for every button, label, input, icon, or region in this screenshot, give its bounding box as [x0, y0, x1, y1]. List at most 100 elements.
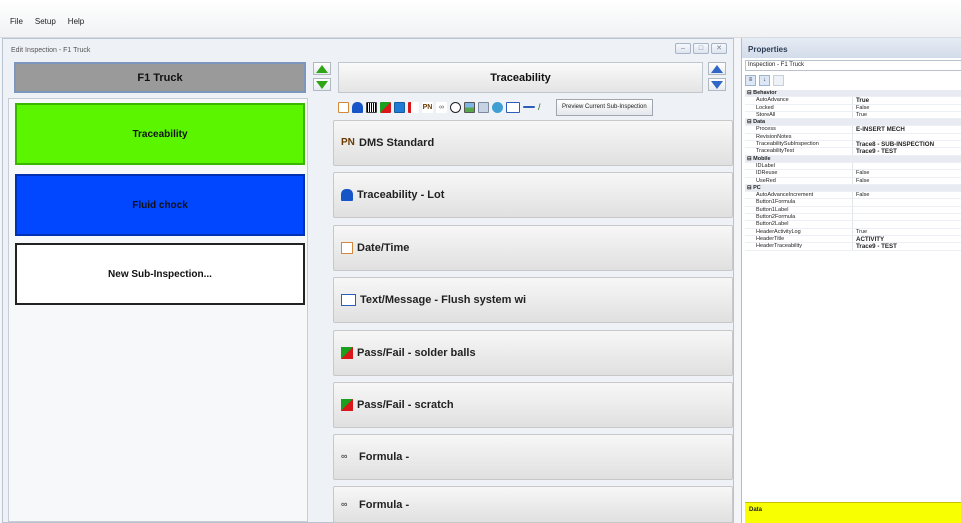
- property-value[interactable]: True: [853, 229, 961, 235]
- property-value[interactable]: [853, 214, 961, 220]
- item-dms-standard[interactable]: PN DMS Standard: [333, 120, 733, 166]
- property-value[interactable]: Trace8 - SUB-INSPECTION: [853, 141, 961, 147]
- menu-setup[interactable]: Setup: [35, 17, 56, 26]
- property-row[interactable]: TraceabilityTest Trace9 - TEST: [745, 148, 961, 156]
- property-row[interactable]: AutoAdvance True: [745, 97, 961, 105]
- item-formula-1[interactable]: ∞ Formula -: [333, 434, 733, 480]
- property-name: StoreAll: [745, 111, 853, 119]
- property-row[interactable]: Button1Formula: [745, 199, 961, 207]
- property-value[interactable]: [853, 163, 961, 169]
- sort-alpha-icon[interactable]: ↓: [759, 74, 770, 86]
- category-label: ⊟ PC: [747, 184, 761, 191]
- formula-icon[interactable]: ∞: [436, 101, 447, 113]
- property-value[interactable]: True: [853, 97, 961, 103]
- new-sub-inspection-button[interactable]: New Sub-Inspection...: [15, 243, 305, 305]
- property-row[interactable]: HeaderActivityLog True: [745, 228, 961, 236]
- properties-title: Properties: [742, 38, 961, 58]
- category-label: ⊟ Behavior: [747, 90, 777, 96]
- list-icon[interactable]: [408, 101, 419, 113]
- property-value[interactable]: [853, 134, 961, 140]
- menu-file[interactable]: File: [10, 17, 23, 26]
- property-value[interactable]: [853, 199, 961, 205]
- calendar-icon[interactable]: [338, 101, 349, 113]
- property-value[interactable]: [853, 207, 961, 213]
- property-row[interactable]: IDLabel: [745, 162, 961, 171]
- menu-help[interactable]: Help: [68, 17, 84, 26]
- property-name: RevisionNotes: [745, 133, 853, 141]
- property-value[interactable]: ACTIVITY: [853, 236, 961, 242]
- property-category[interactable]: ⊟ Mobile: [745, 155, 961, 163]
- timer-icon[interactable]: [450, 101, 461, 113]
- item-text-message[interactable]: Text/Message - Flush system wi: [333, 277, 733, 323]
- property-value[interactable]: False: [853, 192, 961, 198]
- image-icon[interactable]: [464, 101, 475, 113]
- gauge-icon[interactable]: [492, 101, 503, 113]
- calendar-icon: [341, 242, 353, 254]
- checkbox-icon[interactable]: [394, 101, 405, 113]
- property-row[interactable]: Button1Label: [745, 206, 961, 215]
- pn-icon[interactable]: PN: [422, 101, 433, 113]
- pn-icon: PN: [341, 137, 355, 148]
- property-row[interactable]: StoreAll True: [745, 111, 961, 120]
- signature-icon[interactable]: /: [538, 102, 549, 113]
- inspection-header: F1 Truck: [14, 62, 306, 93]
- arrow-down-icon: [711, 80, 723, 89]
- property-name: HeaderActivityLog: [745, 228, 853, 235]
- property-row[interactable]: HeaderTitle ACTIVITY: [745, 235, 961, 244]
- item-move-down-button[interactable]: [708, 78, 726, 91]
- close-button[interactable]: ✕: [711, 43, 727, 54]
- property-category[interactable]: ⊟ Behavior: [745, 90, 961, 98]
- category-label: ⊟ Data: [747, 119, 766, 126]
- categorized-icon[interactable]: ≡: [745, 74, 756, 86]
- item-label: Pass/Fail - solder balls: [357, 347, 476, 359]
- property-value[interactable]: Trace9 - TEST: [853, 148, 961, 154]
- item-pass-fail-solder[interactable]: Pass/Fail - solder balls: [333, 330, 733, 376]
- photo-icon[interactable]: [478, 101, 489, 113]
- property-value[interactable]: True: [853, 112, 961, 118]
- sub-inspection-header: Traceability: [338, 62, 703, 93]
- property-row[interactable]: Button2Formula: [745, 214, 961, 222]
- item-formula-2[interactable]: ∞ Formula -: [333, 486, 733, 523]
- property-row[interactable]: IDReuse False: [745, 170, 961, 178]
- property-value[interactable]: False: [853, 105, 961, 111]
- text-icon: [341, 294, 356, 306]
- property-name: Button1Label: [745, 206, 853, 214]
- property-value[interactable]: Trace9 - TEST: [853, 243, 961, 249]
- property-row[interactable]: UseRed False: [745, 177, 961, 185]
- property-pages-icon[interactable]: [773, 74, 784, 86]
- lot-icon[interactable]: [352, 101, 363, 113]
- move-up-button[interactable]: [313, 62, 331, 75]
- property-row[interactable]: RevisionNotes: [745, 133, 961, 142]
- preview-sub-inspection-button[interactable]: Preview Current Sub-Inspection: [556, 98, 653, 116]
- property-row[interactable]: TraceabilitySubInspection Trace8 - SUB-IN…: [745, 141, 961, 149]
- property-value[interactable]: [853, 221, 961, 227]
- sub-inspection-traceability[interactable]: Traceability: [15, 103, 305, 165]
- property-name: IDLabel: [745, 162, 853, 170]
- line-icon[interactable]: [523, 106, 535, 108]
- item-date-time[interactable]: Date/Time: [333, 225, 733, 271]
- sub-inspection-fluid-chock[interactable]: Fluid chock: [15, 174, 305, 236]
- property-category[interactable]: ⊟ PC: [745, 184, 961, 193]
- property-name: TraceabilityTest: [745, 148, 853, 155]
- lot-icon: [341, 189, 353, 201]
- passfail-icon[interactable]: [380, 101, 391, 113]
- properties-object-select[interactable]: Inspection - F1 Truck: [745, 60, 961, 71]
- property-value[interactable]: False: [853, 170, 961, 176]
- barcode-icon[interactable]: [366, 101, 377, 113]
- move-down-button[interactable]: [313, 78, 331, 91]
- property-row[interactable]: Locked False: [745, 104, 961, 112]
- property-row[interactable]: Process E-INSERT MECH: [745, 126, 961, 134]
- item-traceability-lot[interactable]: Traceability - Lot: [333, 172, 733, 218]
- property-value[interactable]: False: [853, 178, 961, 184]
- property-value[interactable]: E-INSERT MECH: [853, 126, 961, 132]
- property-row[interactable]: AutoAdvanceIncrement False: [745, 192, 961, 200]
- property-category[interactable]: ⊟ Data: [745, 119, 961, 127]
- item-pass-fail-scratch[interactable]: Pass/Fail - scratch: [333, 382, 733, 428]
- minimize-button[interactable]: –: [675, 43, 691, 54]
- property-row[interactable]: HeaderTraceability Trace9 - TEST: [745, 243, 961, 251]
- item-label: Pass/Fail - scratch: [357, 399, 454, 411]
- text-icon[interactable]: [506, 101, 520, 113]
- maximize-button[interactable]: □: [693, 43, 709, 54]
- property-row[interactable]: Button2Label: [745, 221, 961, 229]
- item-move-up-button[interactable]: [708, 62, 726, 75]
